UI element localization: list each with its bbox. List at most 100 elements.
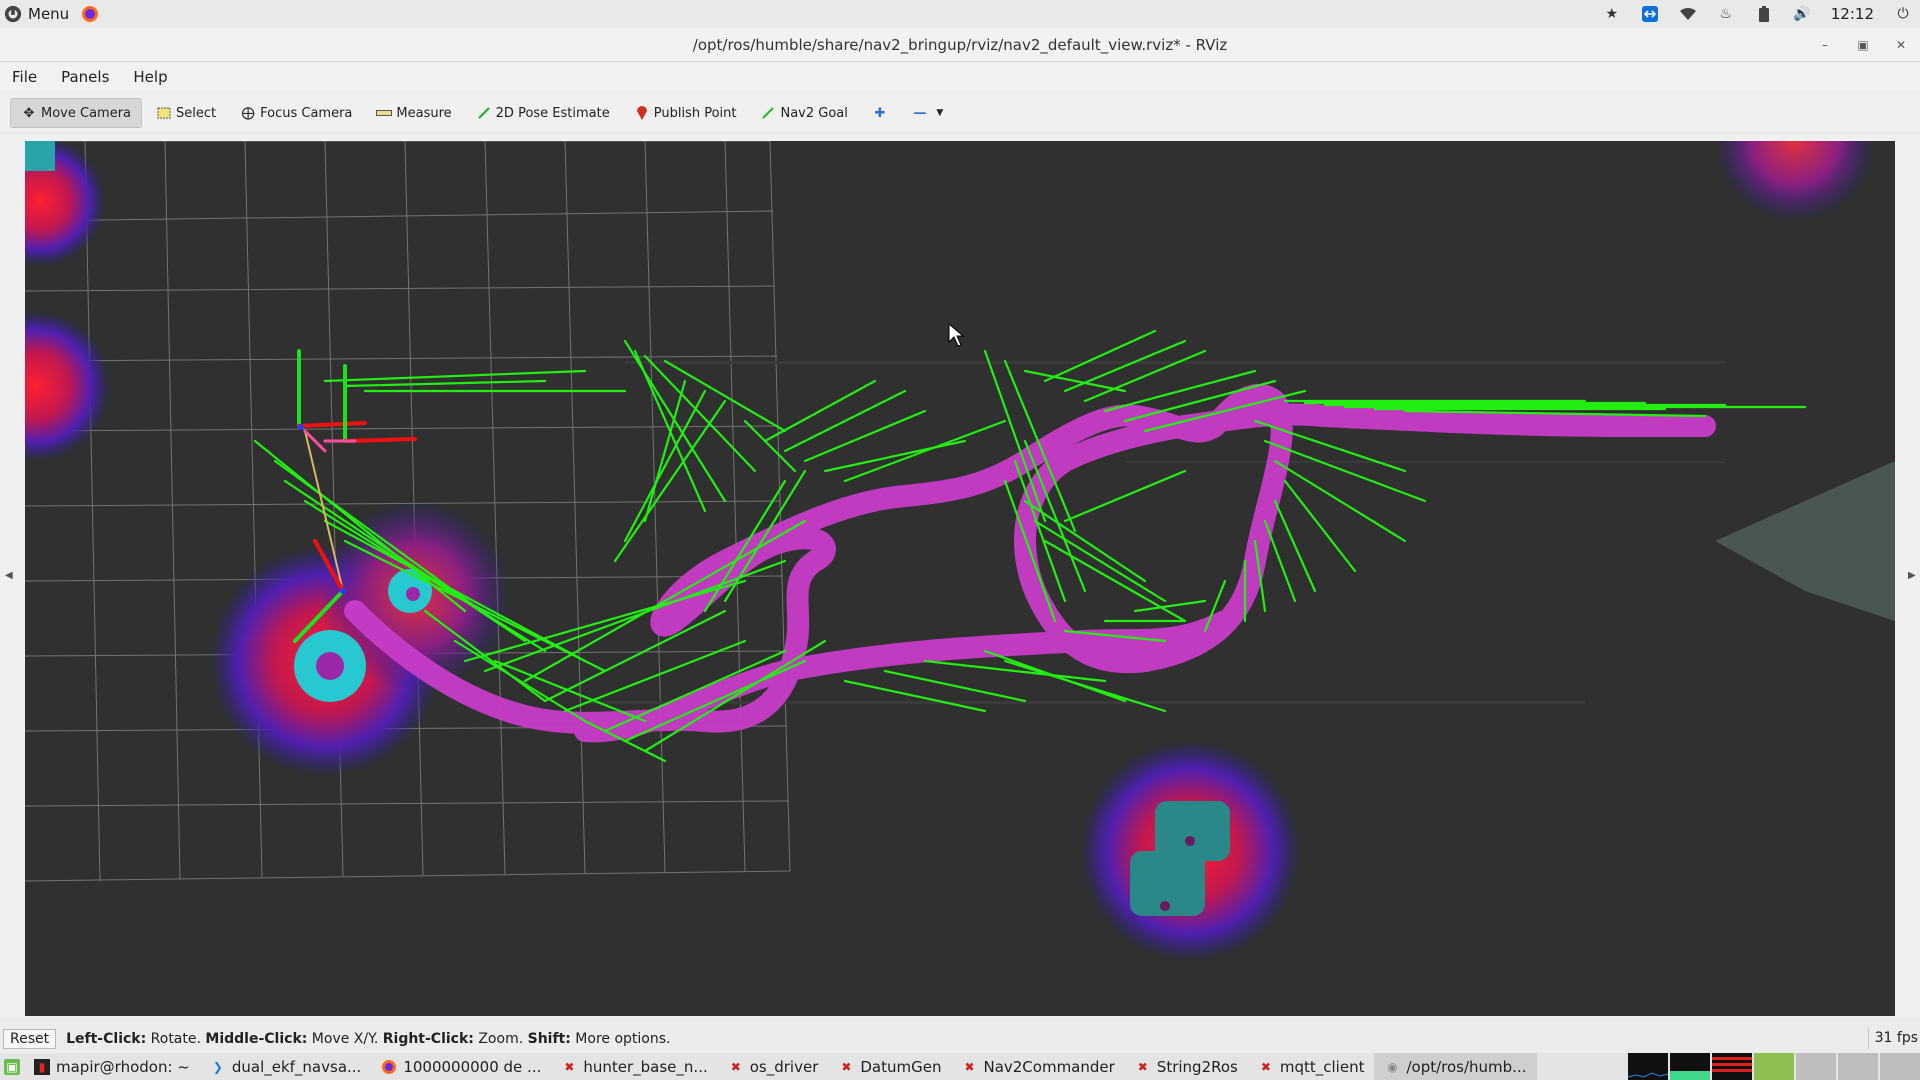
ros-icon: ✖ [841,1059,852,1074]
taskbar-item-mqtt-client[interactable]: ✖ mqtt_client [1248,1053,1375,1080]
show-desktop-button[interactable]: ▣ [0,1053,24,1080]
menu-panels[interactable]: Panels [49,68,121,86]
hint-text: More options. [570,1031,671,1047]
start-menu-button[interactable]: Menu [0,5,99,23]
workspace-3[interactable] [1880,1053,1920,1080]
taskbar-item-vscode[interactable]: ❯ dual_ekf_navsa... [200,1053,371,1080]
ros-icon: ✖ [564,1059,575,1074]
mint-logo-icon [4,5,22,23]
wifi-icon[interactable] [1679,5,1697,23]
vscode-icon: ❯ [212,1059,223,1074]
tool-label: Nav2 Goal [780,105,848,121]
hint-text: Rotate. [146,1031,206,1047]
taskbar-item-string2ros[interactable]: ✖ String2Ros [1125,1053,1248,1080]
bluetooth-icon[interactable]: ★ [1603,5,1621,23]
battery-icon[interactable] [1755,5,1773,23]
plus-icon: ✚ [874,105,886,121]
taskbar-item-nav2commander[interactable]: ✖ Nav2Commander [951,1053,1124,1080]
nav2-goal-icon [760,105,776,121]
scene-canvas [25,141,1895,961]
tool-label: Select [176,105,217,121]
menu-file[interactable]: File [0,68,49,86]
task-label: 1000000000 de ... [403,1057,542,1076]
clock[interactable]: 12:12 [1831,5,1874,23]
teamviewer-icon[interactable] [1641,5,1659,23]
chevron-down-icon: ▼ [936,108,944,118]
hint-key: Middle-Click: [205,1031,308,1047]
taskbar-item-terminal[interactable]: ▮ mapir@rhodon: ~ [24,1053,200,1080]
workspace-2[interactable] [1838,1053,1878,1080]
task-label: mapir@rhodon: ~ [56,1057,190,1076]
volume-icon[interactable]: 🔊 [1793,5,1811,23]
firefox-icon[interactable] [81,5,99,23]
minus-icon: — [913,105,927,121]
power-icon[interactable]: ⏻ [1894,5,1912,23]
rviz-icon: ◉ [1387,1059,1398,1074]
taskbar-item-rviz[interactable]: ◉ /opt/ros/humb... [1374,1053,1537,1080]
network-graph [1712,1053,1752,1080]
left-dock-toggle-icon[interactable]: ◀ [5,570,13,581]
hint-key: Left-Click: [66,1031,147,1047]
pose-estimate-icon [476,105,492,121]
tool-focus-camera[interactable]: ⨁ Focus Camera [230,98,362,128]
tool-label: Measure [396,105,452,121]
maximize-icon[interactable]: ▣ [1852,34,1874,56]
task-label: Nav2Commander [983,1057,1115,1076]
task-label: String2Ros [1156,1057,1238,1076]
ros-icon: ✖ [730,1059,741,1074]
menu-help[interactable]: Help [121,68,179,86]
measure-icon [376,105,393,121]
task-label: DatumGen [860,1057,942,1076]
ros-icon: ✖ [1137,1059,1148,1074]
hint-key: Right-Click: [382,1031,474,1047]
move-camera-icon: ✥ [23,105,35,121]
taskbar-item-hunter-base[interactable]: ✖ hunter_base_n... [551,1053,717,1080]
tool-publish-point[interactable]: Publish Point [624,98,747,128]
tool-select[interactable]: Select [146,98,226,128]
tool-label: Focus Camera [260,105,353,121]
tool-label: 2D Pose Estimate [495,105,610,121]
system-tray: ★ ♨ 🔊 12:12 ⏻ [1603,0,1912,28]
terminal-icon: ▮ [34,1058,50,1075]
memory-graph [1670,1053,1710,1080]
remove-tool-button[interactable]: — ▼ [902,98,958,128]
statusbar: Reset Left-Click: Rotate. Middle-Click: … [0,1026,1920,1052]
menubar: File Panels Help [0,63,1920,91]
hint-text: Move X/Y. [307,1031,383,1047]
costmap-obstacles [25,141,1895,916]
reset-button[interactable]: Reset [3,1029,57,1049]
add-tool-button[interactable]: ✚ [862,98,898,128]
taskbar-item-firefox[interactable]: 1000000000 de ... [371,1053,551,1080]
notification-icon[interactable]: ♨ [1717,5,1735,23]
tool-2d-pose-estimate[interactable]: 2D Pose Estimate [466,98,620,128]
firefox-icon [381,1059,397,1075]
task-label: hunter_base_n... [583,1057,708,1076]
tool-label: Move Camera [41,105,132,121]
select-icon [156,105,172,121]
taskbar-item-os-driver[interactable]: ✖ os_driver [718,1053,829,1080]
task-label: os_driver [749,1057,819,1076]
start-menu-label: Menu [28,5,70,23]
tool-nav2-goal[interactable]: Nav2 Goal [750,98,857,128]
task-label: dual_ekf_navsa... [231,1057,362,1076]
mouse-cursor-icon [948,322,965,347]
tool-move-camera[interactable]: ✥ Move Camera [10,98,143,128]
minimize-icon[interactable]: – [1814,34,1836,56]
hint-text: Zoom. [473,1031,528,1047]
tools-toolbar: ✥ Move Camera Select ⨁ Focus Camera Meas… [0,95,1920,131]
task-label: /opt/ros/humb... [1406,1057,1527,1076]
tool-measure[interactable]: Measure [366,98,461,128]
ros-icon: ✖ [964,1059,975,1074]
window-title: /opt/ros/humble/share/nav2_bringup/rviz/… [692,35,1228,54]
render-viewport[interactable] [25,141,1895,1016]
task-label: mqtt_client [1279,1057,1365,1076]
costmap-inflation [25,141,1875,961]
workspace-1[interactable] [1796,1053,1836,1080]
close-icon[interactable]: ✕ [1890,34,1912,56]
window-titlebar: /opt/ros/humble/share/nav2_bringup/rviz/… [0,28,1920,62]
publish-point-icon [634,105,650,121]
right-dock-toggle-icon[interactable]: ▶ [1908,570,1916,581]
cpu-graph [1628,1053,1668,1080]
taskbar-item-datumgen[interactable]: ✖ DatumGen [828,1053,951,1080]
show-desktop-icon: ▣ [4,1058,20,1075]
